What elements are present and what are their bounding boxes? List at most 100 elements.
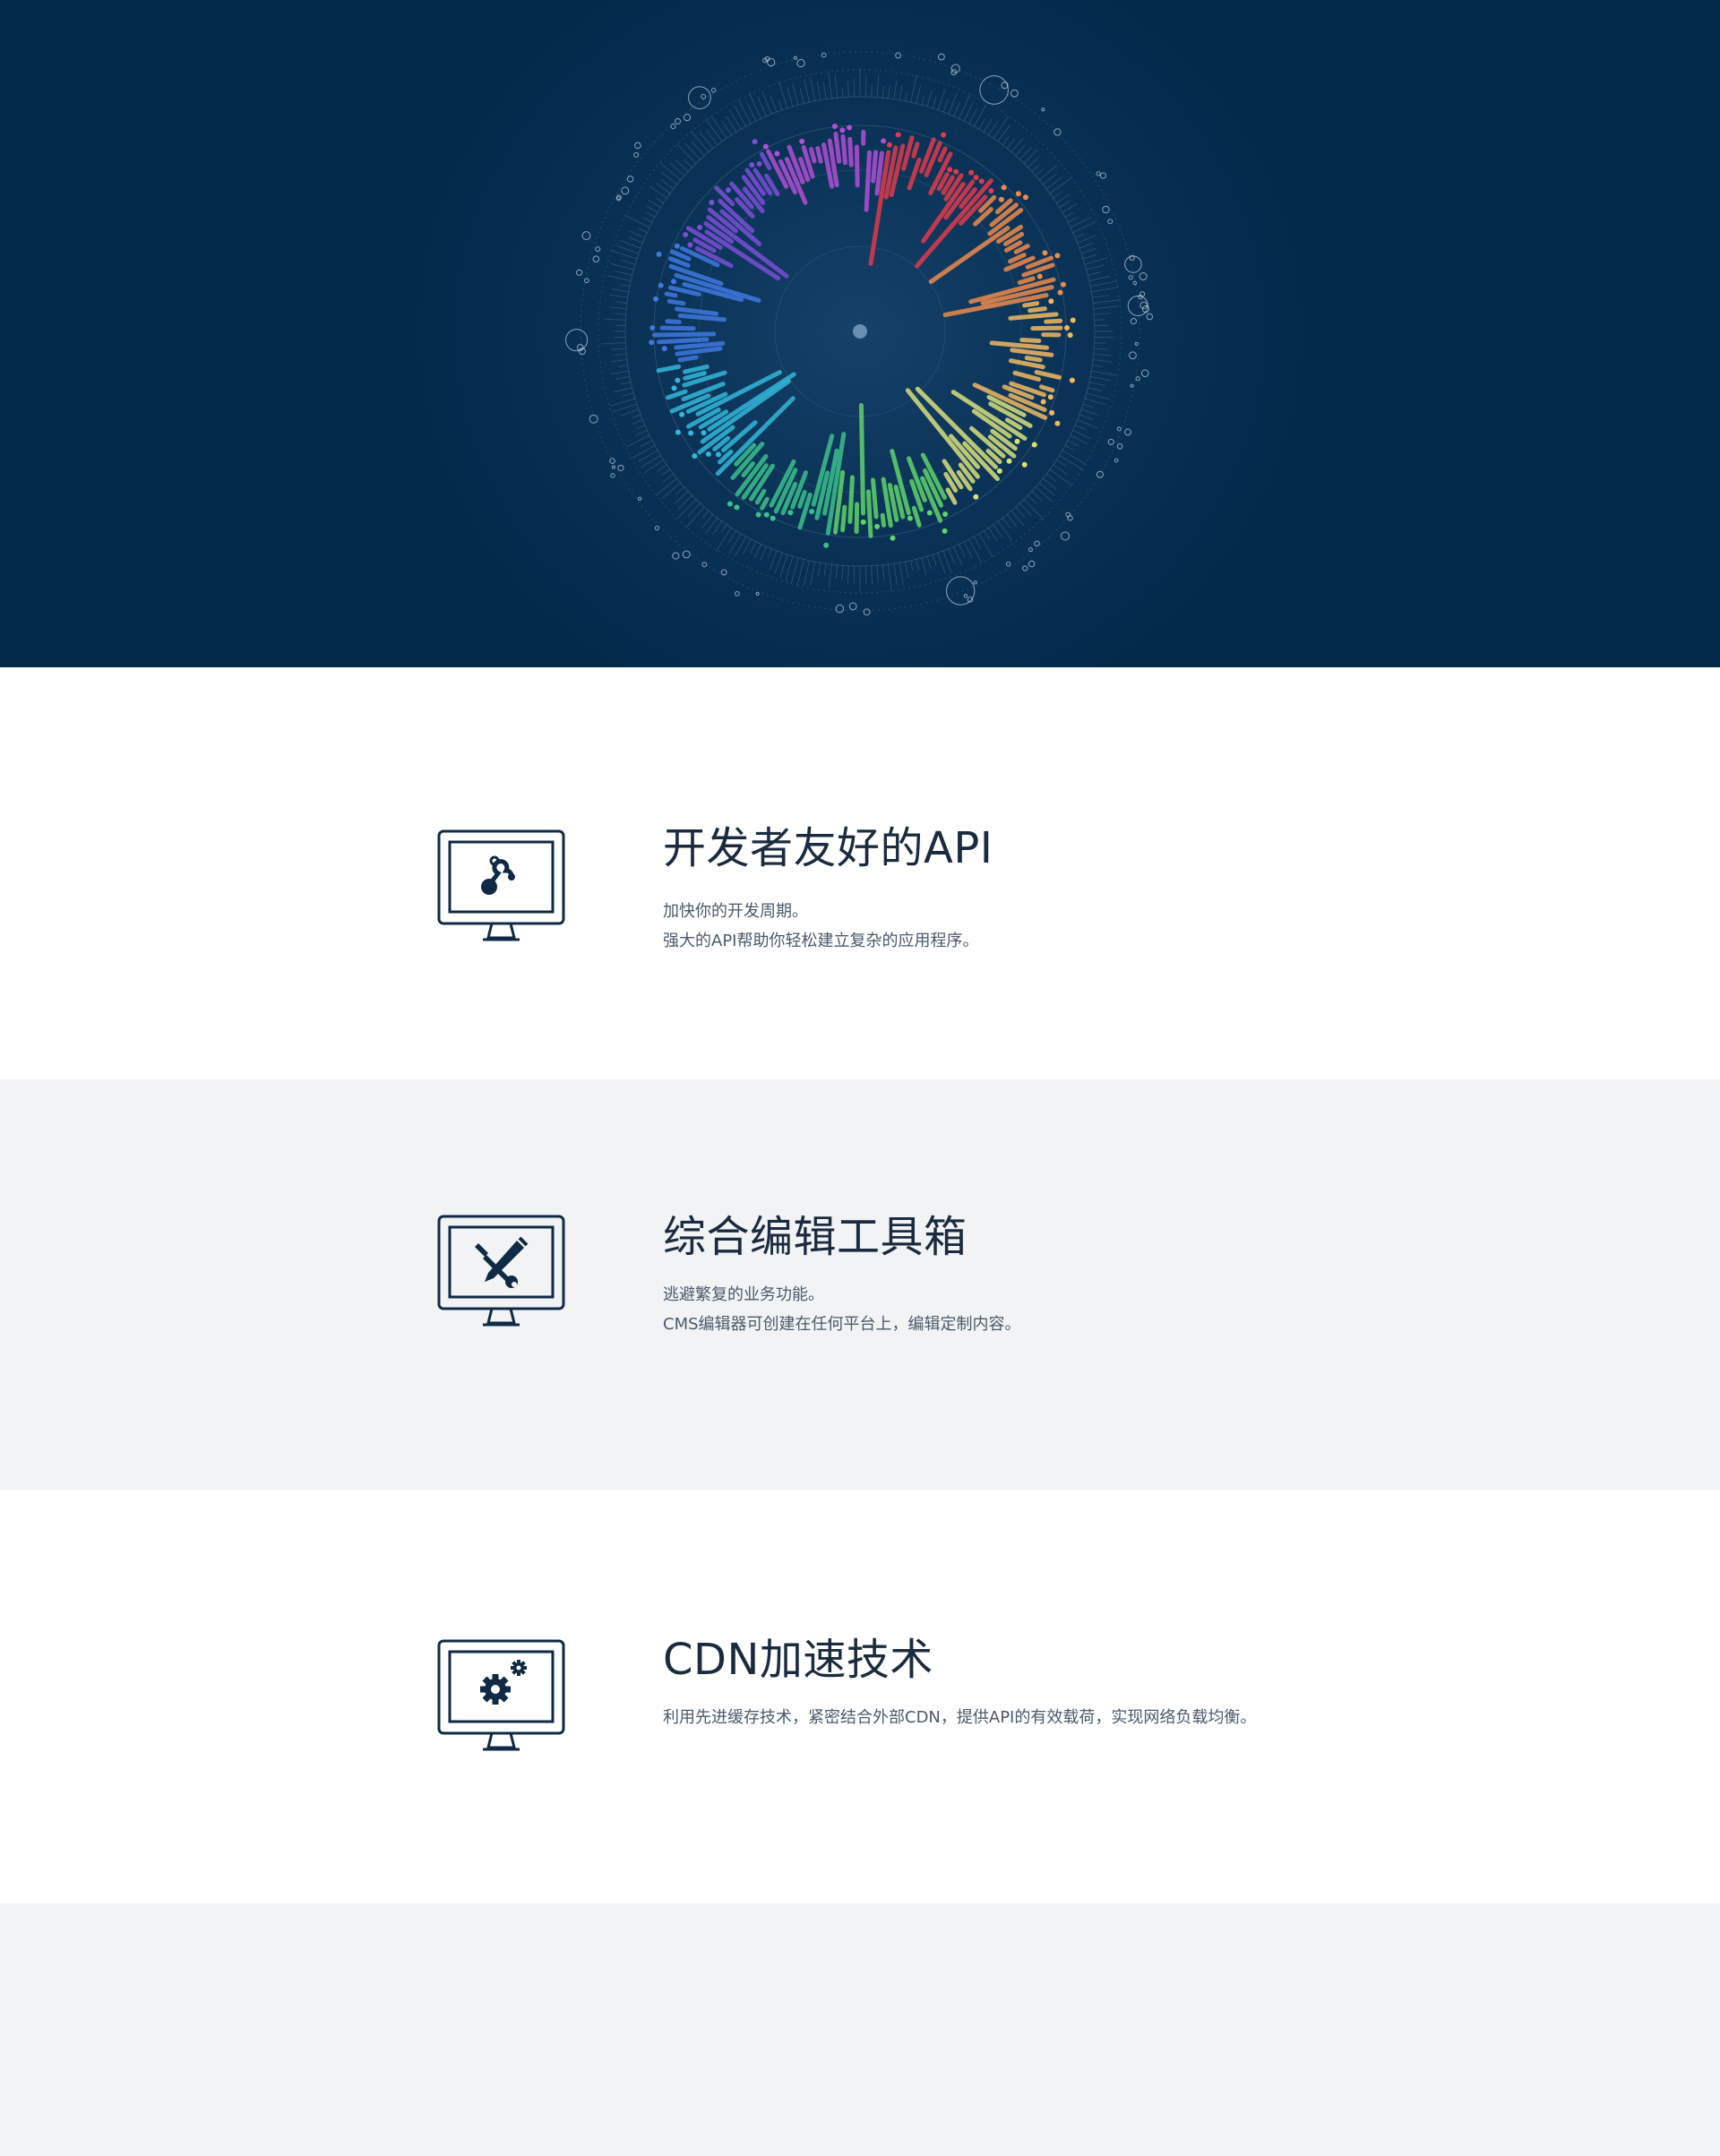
viz-tick [712,520,723,535]
viz-bubble [1022,565,1028,571]
viz-dot [762,143,769,150]
viz-tick [1010,510,1025,527]
bottom-section [0,1903,1720,2156]
viz-tick [728,533,742,554]
viz-tick [1035,168,1044,176]
viz-bubble [621,186,630,195]
viz-tick [1070,434,1088,444]
viz-tick [963,541,973,559]
viz-bubble [1116,443,1123,450]
viz-tick [1081,408,1100,417]
viz-tick [1088,271,1102,276]
viz-tick [1093,359,1113,363]
viz-tick [1077,419,1098,429]
viz-dot [799,138,805,144]
viz-bubble [1134,341,1139,347]
viz-dot [942,511,949,517]
viz-tick [988,527,998,542]
feature-description-line: CMS编辑器可创建在任何平台上，编辑定制内容。 [663,1315,1021,1334]
viz-bar [911,142,920,159]
viz-bar [1017,276,1036,286]
viz-tick [810,77,816,101]
viz-tick [614,387,632,393]
viz-bubble [584,278,589,284]
viz-tick [978,117,986,130]
viz-tick [1002,517,1010,528]
viz-dot [658,282,664,288]
viz-bubble [835,604,845,614]
viz-dot [653,296,659,302]
viz-bar [715,396,796,477]
viz-dot [687,242,693,248]
viz-tick [1045,473,1057,482]
feature-description-line: 加快你的开发周期。 [663,902,808,921]
viz-bar [1008,312,1059,321]
viz-bubble [670,124,676,130]
viz-bar [1010,348,1054,357]
viz-tick [632,419,643,425]
viz-dot [763,511,770,518]
viz-tick [629,236,643,244]
viz-bubble [821,52,827,58]
viz-tick [675,486,685,495]
viz-bubble [796,58,805,68]
viz-tick [1075,233,1085,238]
viz-bubble [1102,205,1110,214]
viz-bar [675,346,723,356]
viz-tick [1084,398,1106,406]
viz-tick [769,550,778,570]
viz-dot [1054,253,1061,259]
viz-tick [704,517,718,535]
viz-dot [756,160,762,167]
viz-tick [841,565,844,580]
viz-dot [1015,191,1021,197]
viz-dot [709,200,715,206]
viz-bubble [1124,255,1142,273]
viz-bar [659,325,696,331]
viz-tick [816,81,821,100]
viz-bubble [682,550,691,559]
viz-dot [942,528,948,534]
viz-tick [1086,392,1111,400]
viz-dot [705,451,711,457]
viz-dot [998,196,1004,202]
viz-tick [728,530,737,544]
viz-tick [632,444,656,459]
viz-tick [620,259,636,265]
viz-dot [683,231,689,237]
viz-tick [790,557,799,585]
viz-tick [803,560,810,587]
viz-tick [876,565,879,583]
viz-tick [621,382,632,385]
viz-tick [620,408,639,417]
viz-tick [871,84,873,98]
viz-tick [625,215,650,228]
viz-tick [661,482,682,499]
viz-bubble [634,142,641,150]
viz-bubble [1132,280,1138,286]
viz-dot [1069,377,1075,383]
viz-tick [615,375,630,380]
viz-bubble [592,255,600,263]
viz-tick [611,348,626,350]
viz-bar [666,389,688,400]
viz-bubble [1135,376,1140,382]
viz-tick [916,84,922,104]
viz-tick [770,95,778,113]
viz-tick [921,95,925,106]
viz-tick [743,538,752,554]
viz-bar [865,489,873,538]
viz-tick [937,553,946,574]
viz-tick [1083,253,1096,260]
viz-dot [1036,273,1043,279]
viz-tick [632,414,641,418]
viz-bubble [937,53,945,61]
viz-bar [937,146,948,163]
viz-tick [1038,482,1055,496]
feature-description-line: 逃避繁复的业务功能。 [663,1285,824,1304]
viz-tick [638,450,658,462]
viz-bar [915,386,998,469]
viz-bar [880,512,887,528]
viz-dot [734,504,740,511]
viz-dot [774,150,780,157]
